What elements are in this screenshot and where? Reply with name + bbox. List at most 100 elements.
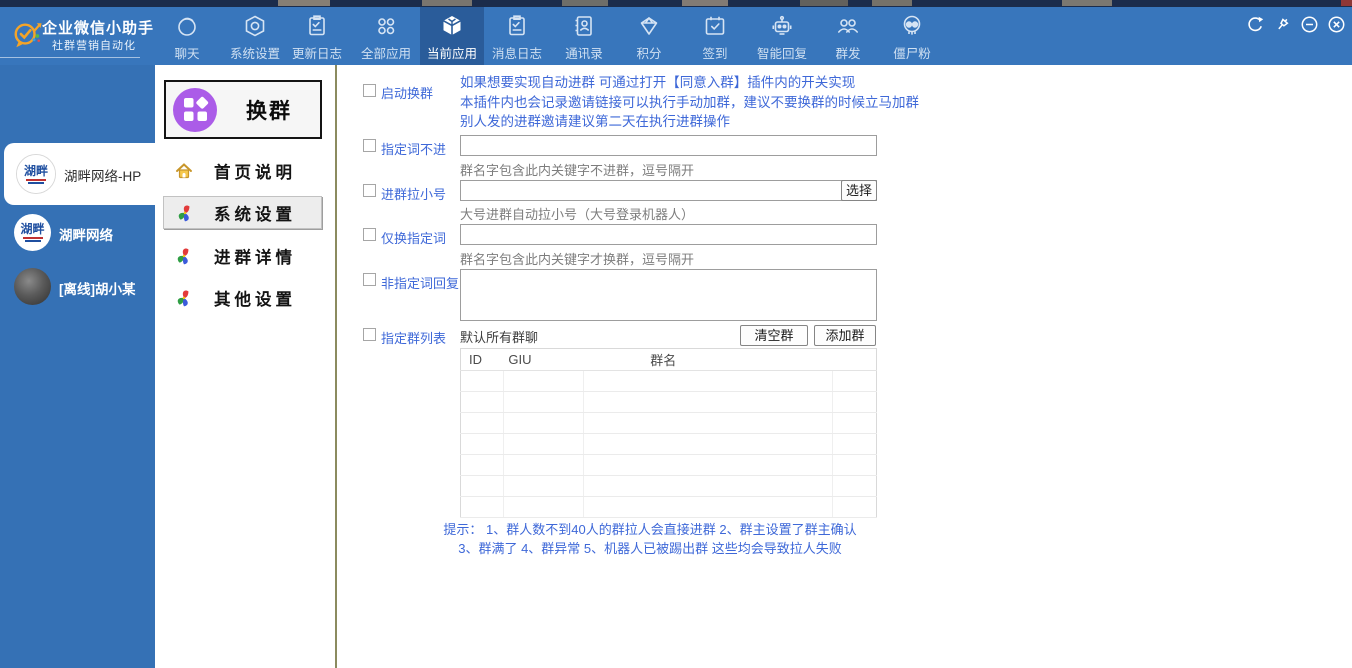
group-table-body [460,370,877,518]
table-cell [460,412,504,434]
topnav-item-message-log[interactable]: 消息日志 [485,7,549,65]
broadcast-group-icon [838,19,858,33]
table-cell [503,370,584,392]
table-cell [460,433,504,455]
topnav-item-smart-reply[interactable]: 智能回复 [750,7,814,65]
plugin-title: 换群 [246,99,292,123]
table-cell [832,454,877,476]
table-cell [460,475,504,497]
topnav-item-points[interactable]: 积分 [617,7,681,65]
plugin-grid-icon [173,87,217,132]
topnav-item-changelog[interactable]: 更新日志 [285,7,349,65]
home-icon [176,162,192,178]
table-row[interactable] [460,433,877,455]
menu-item-other-settings[interactable]: 其他设置 [163,281,322,314]
topnav-item-checkin[interactable]: 签到 [683,7,747,65]
non-word-reply-textarea[interactable] [460,269,877,321]
topnav-item-zombie-fans[interactable]: 僵尸粉 [880,7,944,65]
plugin-header: 换群 [164,80,322,139]
minimize-icon[interactable] [1300,15,1319,34]
table-row[interactable] [460,475,877,497]
tips-text: 提示： 1、群人数不到40人的群拉人会直接进群 2、群主设置了群主确认 3、群满… [425,520,875,558]
pin-icon[interactable] [1273,15,1292,34]
topnav-item-all-apps[interactable]: 全部应用 [354,7,418,65]
smart-reply-robot-icon [772,15,792,35]
topnav-item-current-app[interactable]: 当前应用 [420,7,484,65]
only-words-label: 仅换指定词 [381,231,447,246]
topnav-item-chat[interactable]: 聊天 [155,7,219,65]
note-line: 本插件内也会记录邀请链接可以执行手动加群，建议不要换群的时候立马加群 [460,94,919,110]
exclude-words-label: 指定词不进 [381,142,447,157]
column-header-id: ID [460,348,504,371]
app-title: 企业微信小助手 [42,20,155,37]
table-cell [460,496,504,518]
auto-switch-checkbox[interactable] [363,84,376,97]
account-item[interactable]: 湖畔 湖畔网络 [0,213,155,253]
non-word-reply-checkbox[interactable] [363,273,376,286]
close-icon[interactable] [1327,15,1346,34]
topnav-item-contacts[interactable]: 通讯录 [552,7,616,65]
table-cell [503,454,584,476]
background-fragment [422,0,472,6]
only-words-input[interactable] [460,224,877,245]
app-window: 企业微信小助手 社群营销自动化 聊天 系统设置 更新日志 全部应用 当前应用 消… [0,0,1352,668]
table-cell [460,454,504,476]
account-avatar [14,268,51,305]
contacts-icon [575,16,592,36]
background-fragment [872,0,912,6]
exclude-words-hint: 群名字包含此内关键字不进群，逗号隔开 [460,163,695,178]
table-cell [583,475,834,497]
points-diamond-icon [640,17,658,35]
note-line: 如果想要实现自动进群 可通过打开【同意入群】插件内的开关实现 [460,75,856,90]
background-fragment [800,0,848,6]
tips-line: 提示： 1、群人数不到40人的群拉人会直接进群 2、群主设置了群主确认 [443,522,857,537]
app-brand: 企业微信小助手 社群营销自动化 [0,7,155,65]
select-button[interactable]: 选择 [841,180,877,201]
all-apps-icon [378,18,395,35]
clear-groups-button[interactable]: 清空群 [740,325,808,346]
pull-alt-label: 进群拉小号 [381,187,447,202]
only-words-checkbox[interactable] [363,228,376,241]
table-row[interactable] [460,370,877,392]
table-cell [503,475,584,497]
table-cell [832,475,877,497]
topnav-item-system-settings[interactable]: 系统设置 [223,7,287,65]
table-row[interactable] [460,496,877,518]
pull-alt-input[interactable] [460,180,877,201]
table-cell [503,391,584,413]
add-group-button[interactable]: 添加群 [814,325,876,346]
auto-switch-label: 启动换群 [381,86,434,101]
panel-divider [335,65,337,668]
column-header-giu: GIU [503,348,584,371]
exclude-words-checkbox[interactable] [363,139,376,152]
hexagon-settings-icon [245,15,265,37]
group-list-checkbox[interactable] [363,328,376,341]
table-row[interactable] [460,391,877,413]
table-cell [583,433,834,455]
changelog-icon [309,15,325,36]
pull-alt-checkbox[interactable] [363,184,376,197]
table-header-row: ID GIU 群名 [460,348,877,371]
table-row[interactable] [460,412,877,434]
pinwheel-icon [177,290,189,306]
account-item-selected[interactable]: 湖畔 湖畔网络-HP [4,143,155,205]
window-controls [1246,10,1346,38]
exclude-words-input[interactable] [460,135,877,156]
group-list-note: 默认所有群聊 [460,330,539,345]
topnav-item-broadcast[interactable]: 群发 [816,7,880,65]
table-cell [503,496,584,518]
table-cell [583,454,834,476]
zombie-fans-skull-icon [903,15,921,35]
refresh-icon[interactable] [1246,15,1265,34]
checkin-calendar-icon [705,16,725,35]
menu-item-system-settings[interactable]: 系统设置 [163,196,322,229]
account-avatar: 湖畔 [14,214,51,251]
menu-item-home-guide[interactable]: 首页说明 [163,154,322,187]
table-row[interactable] [460,454,877,476]
table-cell [583,370,834,392]
menu-item-join-details[interactable]: 进群详情 [163,239,322,272]
account-item-offline[interactable]: [离线]胡小某 [0,267,155,307]
tips-line: 3、群满了 4、群异常 5、机器人已被踢出群 这些均会导致拉人失败 [458,541,842,556]
note-line: 别人发的进群邀请建议第二天在执行进群操作 [460,114,730,129]
brand-underline [0,57,140,58]
